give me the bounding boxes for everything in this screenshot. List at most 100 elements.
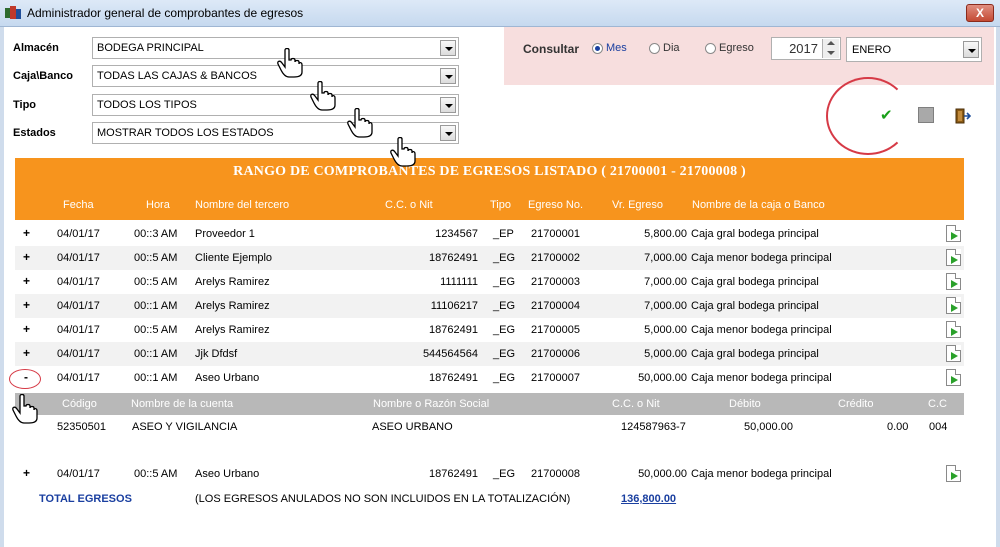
cell-valor: 7,000.00 [644, 276, 687, 288]
cell-egreso: 21700004 [531, 300, 580, 312]
detail-col-cuenta: Nombre de la cuenta [131, 398, 234, 410]
radio-egreso[interactable] [705, 43, 716, 54]
cell-hora: 00::5 AM [134, 276, 178, 288]
detail-header: Código Nombre de la cuenta Nombre o Razó… [15, 393, 964, 415]
cell-valor: 5,000.00 [644, 348, 687, 360]
cell-caja: Caja menor bodega principal [691, 252, 832, 264]
radio-dia[interactable] [649, 43, 660, 54]
radio-egreso-label[interactable]: Egreso [719, 42, 754, 54]
table-row[interactable]: + 04/01/17 00::5 AM Arelys Ramirez 18762… [15, 318, 964, 342]
expand-button[interactable]: + [23, 322, 30, 336]
radio-mes[interactable] [592, 43, 603, 54]
title-bar: Administrador general de comprobantes de… [0, 0, 1000, 27]
hand-pointer-icon [277, 48, 303, 78]
expand-button[interactable]: + [23, 466, 30, 480]
table-row[interactable]: + 04/01/17 00::1 AM Jjk Dfdsf 544564564 … [15, 342, 964, 366]
cell-caja: Caja gral bodega principal [691, 228, 819, 240]
cell-fecha: 04/01/17 [57, 372, 100, 384]
tipo-value: TODOS LOS TIPOS [97, 99, 197, 111]
chevron-down-icon[interactable] [440, 68, 456, 84]
open-document-icon[interactable] [946, 321, 961, 338]
cell-tipo: _EG [493, 276, 516, 288]
stop-icon[interactable] [918, 107, 934, 123]
exit-door-icon[interactable] [955, 108, 971, 124]
window-frame-right [996, 27, 1000, 547]
cell-fecha: 04/01/17 [57, 468, 100, 480]
cell-tercero: Aseo Urbano [195, 468, 260, 480]
total-amount[interactable]: 136,800.00 [621, 493, 676, 505]
radio-dia-label[interactable]: Dia [663, 42, 680, 54]
open-document-icon[interactable] [946, 345, 961, 362]
open-document-icon[interactable] [946, 249, 961, 266]
cell-valor: 50,000.00 [638, 468, 687, 480]
checkmark-icon[interactable]: ✔ [880, 106, 893, 124]
tipo-select[interactable]: TODOS LOS TIPOS [92, 94, 459, 116]
chevron-down-icon[interactable] [440, 97, 456, 113]
cell-tercero: Proveedor 1 [195, 228, 255, 240]
almacen-label: Almacén [13, 42, 59, 54]
expand-button[interactable]: + [23, 226, 30, 240]
open-document-icon[interactable] [946, 465, 961, 482]
cell-fecha: 04/01/17 [57, 252, 100, 264]
cell-egreso: 21700001 [531, 228, 580, 240]
almacen-value: BODEGA PRINCIPAL [97, 42, 204, 54]
expand-button[interactable]: + [23, 346, 30, 360]
cell-nit: 1111111 [440, 276, 478, 288]
expand-button[interactable]: + [23, 298, 30, 312]
detail-codigo: 52350501 [57, 421, 106, 433]
detail-col-cc: C.C [928, 398, 947, 410]
detail-razon: ASEO URBANO [372, 421, 453, 433]
chevron-down-icon[interactable] [963, 41, 979, 58]
open-document-icon[interactable] [946, 273, 961, 290]
spinner-arrows-icon[interactable] [822, 39, 839, 58]
detail-debito: 50,000.00 [744, 421, 793, 433]
caja-banco-label: Caja\Banco [13, 70, 73, 82]
annotation-circle [9, 369, 41, 389]
cell-egreso: 21700005 [531, 324, 580, 336]
cell-caja: Caja gral bodega principal [691, 348, 819, 360]
cell-tercero: Arelys Ramirez [195, 324, 270, 336]
detail-col-debito: Débito [729, 398, 761, 410]
table-row[interactable]: + 04/01/17 00::5 AM Aseo Urbano 18762491… [15, 462, 964, 486]
cell-fecha: 04/01/17 [57, 324, 100, 336]
cell-nit: 11106217 [430, 300, 478, 312]
col-caja: Nombre de la caja o Banco [692, 199, 825, 211]
cell-valor: 5,000.00 [644, 324, 687, 336]
cell-nit: 18762491 [429, 468, 478, 480]
cell-hora: 00::3 AM [134, 228, 178, 240]
table-row-expanded[interactable]: - 04/01/17 00::1 AM Aseo Urbano 18762491… [15, 366, 964, 390]
open-document-icon[interactable] [946, 225, 961, 242]
table-row[interactable]: + 04/01/17 00::3 AM Proveedor 1 1234567 … [15, 222, 964, 246]
col-egreso: Egreso No. [528, 199, 584, 211]
cell-caja: Caja menor bodega principal [691, 468, 832, 480]
table-row[interactable]: + 04/01/17 00::1 AM Arelys Ramirez 11106… [15, 294, 964, 318]
cell-tipo: _EG [493, 348, 516, 360]
detail-col-credito: Crédito [838, 398, 874, 410]
cell-hora: 00::5 AM [134, 468, 178, 480]
close-button[interactable]: X [966, 4, 994, 22]
open-document-icon[interactable] [946, 369, 961, 386]
table-header: Fecha Hora Nombre del tercero C.C. o Nit… [15, 186, 964, 220]
col-valor: Vr. Egreso [612, 199, 663, 211]
expand-button[interactable]: + [23, 274, 30, 288]
cell-hora: 00::1 AM [134, 300, 178, 312]
table-row[interactable]: + 04/01/17 00::5 AM Arelys Ramirez 11111… [15, 270, 964, 294]
month-select[interactable]: ENERO [846, 37, 982, 62]
chevron-down-icon[interactable] [440, 125, 456, 141]
open-document-icon[interactable] [946, 297, 961, 314]
cell-nit: 1234567 [435, 228, 478, 240]
annotation-circle [826, 77, 910, 155]
year-spinner[interactable]: 2017 [771, 37, 841, 60]
year-value: 2017 [789, 41, 818, 56]
cell-egreso: 21700003 [531, 276, 580, 288]
table-row[interactable]: + 04/01/17 00::5 AM Cliente Ejemplo 1876… [15, 246, 964, 270]
almacen-select[interactable]: BODEGA PRINCIPAL [92, 37, 459, 59]
cell-tipo: _EG [493, 300, 516, 312]
hand-pointer-icon [347, 108, 373, 138]
radio-mes-label[interactable]: Mes [606, 42, 627, 54]
expand-button[interactable]: + [23, 250, 30, 264]
cell-caja: Caja menor bodega principal [691, 324, 832, 336]
window-frame-left [0, 27, 4, 547]
caja-banco-select[interactable]: TODAS LAS CAJAS & BANCOS [92, 65, 459, 87]
chevron-down-icon[interactable] [440, 40, 456, 56]
